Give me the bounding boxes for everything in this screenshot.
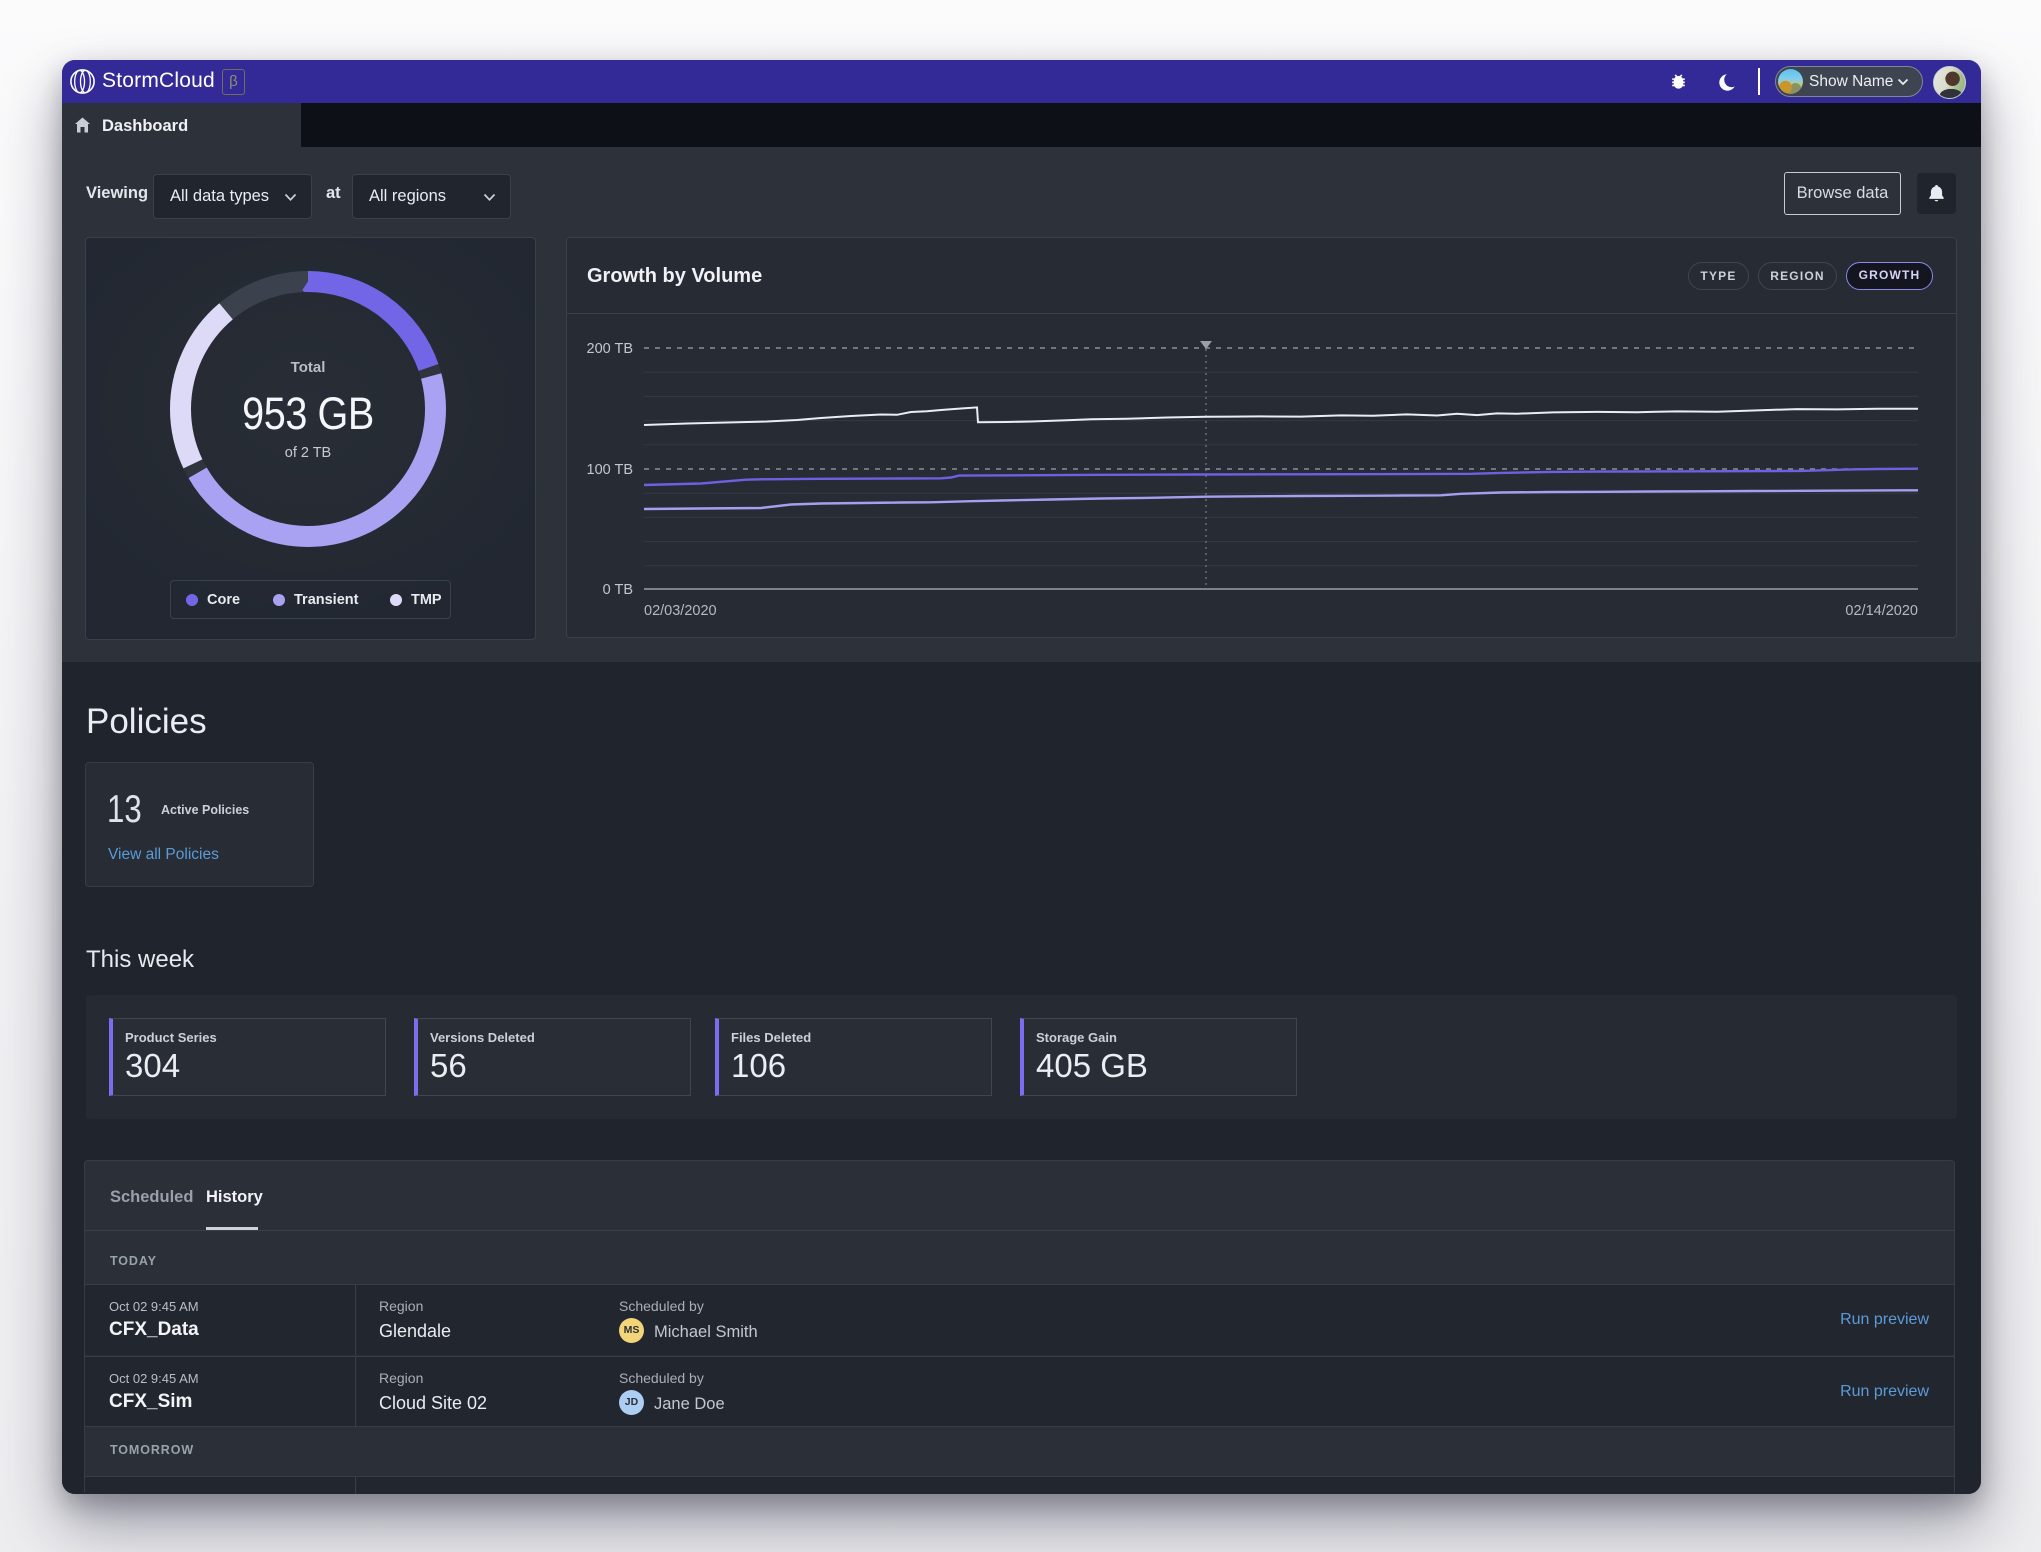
svg-text:100 TB: 100 TB	[587, 462, 634, 478]
svg-text:02/14/2020: 02/14/2020	[1845, 603, 1918, 619]
svg-text:200 TB: 200 TB	[587, 341, 634, 357]
svg-text:02/03/2020: 02/03/2020	[644, 603, 717, 619]
svg-text:0 TB: 0 TB	[603, 582, 633, 598]
